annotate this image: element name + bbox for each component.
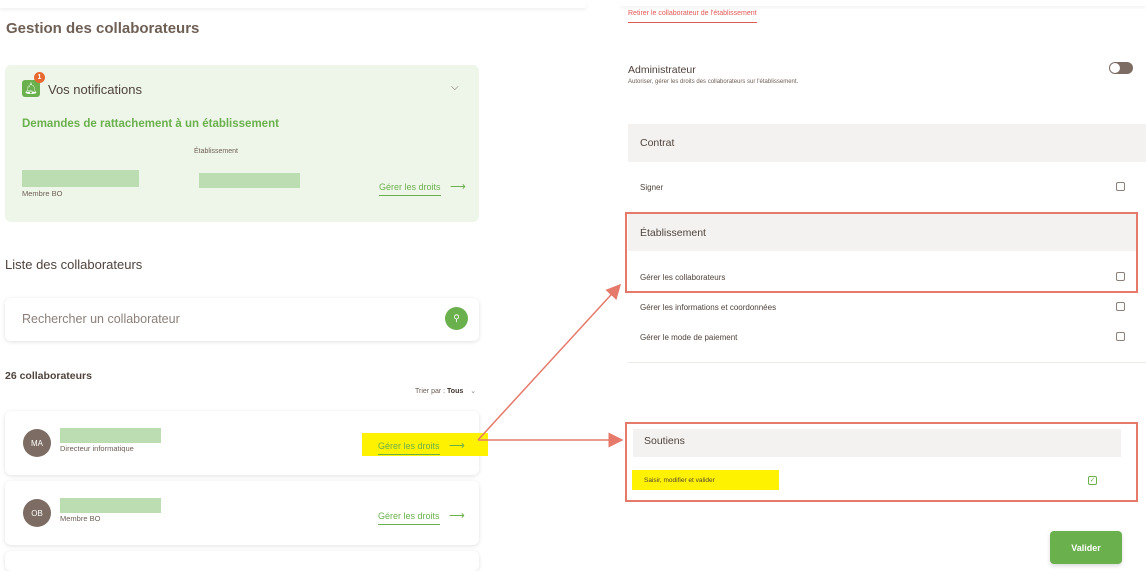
annotation-arrows	[477, 283, 624, 448]
annotation-arrow-up	[477, 283, 622, 441]
